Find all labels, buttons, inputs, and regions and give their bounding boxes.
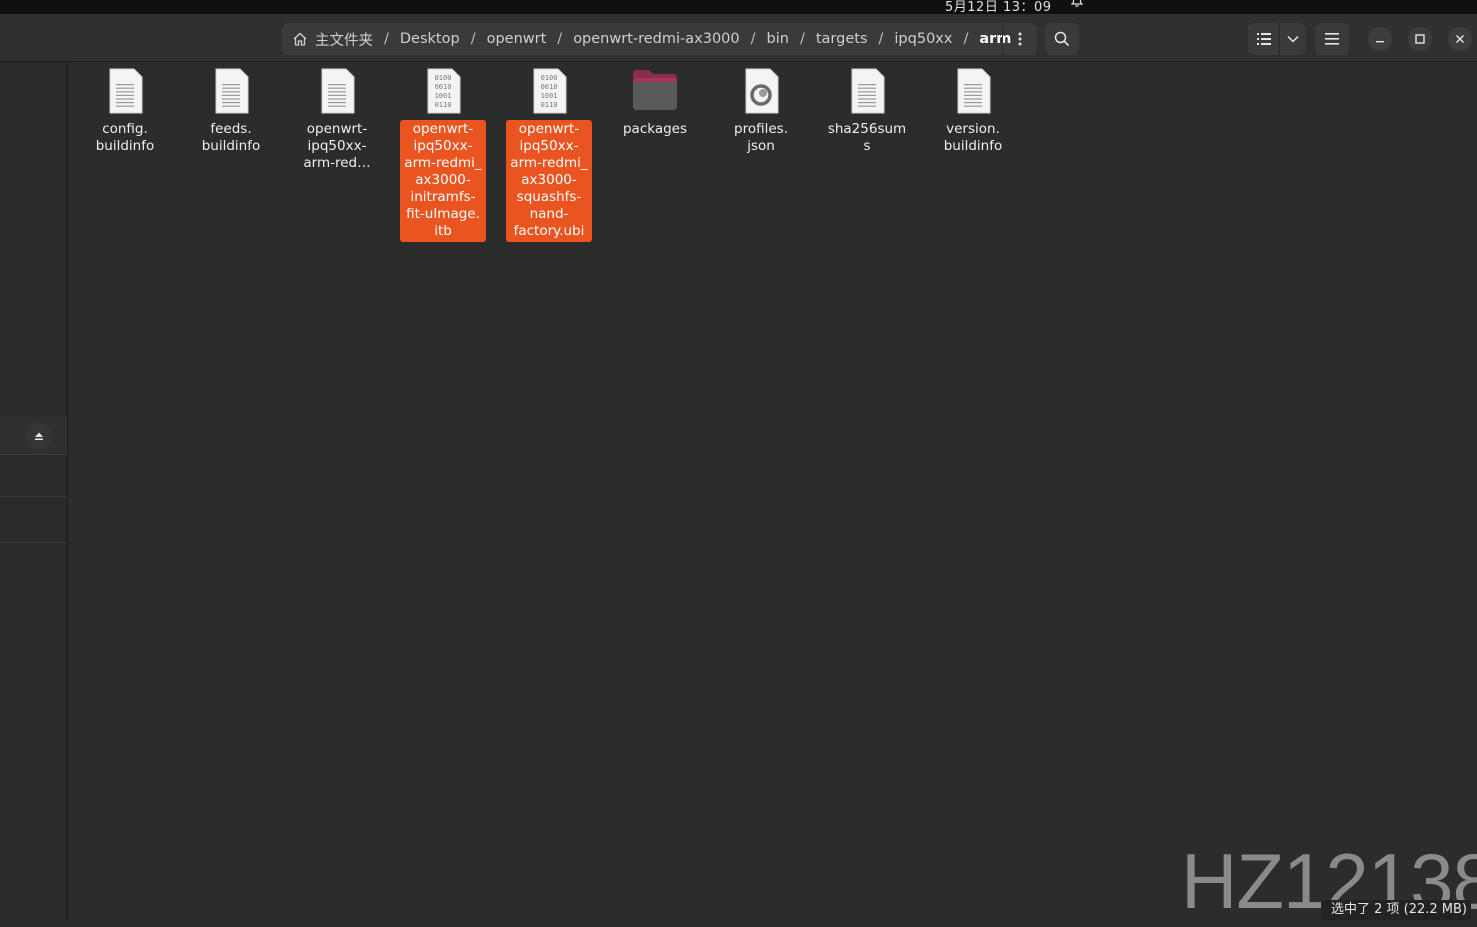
file-name-label: version. buildinfo (943, 121, 1003, 154)
search-button[interactable] (1045, 23, 1079, 55)
svg-text:0100: 0100 (435, 74, 452, 82)
path-menu-button[interactable] (1002, 23, 1037, 55)
file-item[interactable]: version. buildinfo (928, 68, 1018, 157)
breadcrumb-item[interactable]: targets (814, 31, 870, 47)
main-menu-button[interactable] (1315, 23, 1349, 55)
file-item[interactable]: feeds. buildinfo (186, 68, 276, 157)
binary-file-icon: 0100 0010 1001 0110 (398, 68, 488, 116)
breadcrumb-item[interactable]: openwrt-redmi-ax3000 (571, 31, 741, 47)
breadcrumb-separator: / (557, 31, 563, 47)
path-bar[interactable]: 主文件夹 / Desktop / openwrt / openwrt-redmi-ax300… (282, 23, 1037, 55)
list-view-icon (1256, 33, 1271, 45)
svg-text:0110: 0110 (435, 101, 452, 109)
file-item[interactable]: openwrt- ipq50xx- arm-red… (292, 68, 382, 174)
text-file-icon (80, 68, 170, 116)
folder-icon (610, 68, 700, 116)
file-name-label: feeds. buildinfo (201, 121, 261, 154)
file-name-label: profiles. json (734, 121, 788, 154)
binary-file-icon: 0100 0010 1001 0110 (504, 68, 594, 116)
sidebar (0, 62, 68, 920)
close-button[interactable] (1448, 27, 1472, 51)
svg-text:1001: 1001 (435, 92, 452, 100)
svg-text:0010: 0010 (541, 83, 558, 91)
file-name-label: sha256sum s (827, 121, 907, 154)
text-file-icon (292, 68, 382, 116)
view-toggle-group (1248, 23, 1306, 55)
maximize-icon (1415, 34, 1425, 44)
text-file-icon (822, 68, 912, 116)
breadcrumb-item[interactable]: ipq50xx (892, 31, 954, 47)
breadcrumb-separator: / (963, 31, 969, 47)
file-grid: config. buildinfo feeds. buildinfo openwrt… (68, 62, 1477, 920)
eject-button[interactable] (26, 423, 52, 449)
breadcrumb-separator: / (799, 31, 805, 47)
svg-text:0010: 0010 (435, 83, 452, 91)
file-name-label: openwrt- ipq50xx- arm-redmi_ ax3000- squ… (506, 120, 592, 242)
breadcrumb-item[interactable]: 主文件夹 (313, 29, 375, 50)
more-vertical-icon (1018, 32, 1022, 46)
eject-icon (35, 432, 43, 440)
svg-text:1001: 1001 (541, 92, 558, 100)
maximize-button[interactable] (1408, 27, 1432, 51)
breadcrumb-item[interactable]: Desktop (398, 31, 462, 47)
svg-text:0100: 0100 (541, 74, 558, 82)
file-item[interactable]: packages (610, 68, 700, 140)
sidebar-divider (0, 496, 67, 497)
minimize-icon (1376, 41, 1384, 43)
home-icon (293, 32, 307, 46)
svg-text:0110: 0110 (541, 101, 558, 109)
file-name-label: openwrt- ipq50xx- arm-redmi_ ax3000- ini… (400, 120, 486, 242)
file-item[interactable]: 0100 0010 1001 0110 openwrt- ipq50xx- arm-re… (504, 68, 594, 242)
breadcrumb-separator: / (384, 31, 389, 47)
notification-bell-icon[interactable] (1070, 0, 1084, 12)
file-item[interactable]: config. buildinfo (80, 68, 170, 157)
system-top-bar: 5月12日 13：09 (0, 0, 1477, 15)
file-item[interactable]: profiles. json (716, 68, 806, 157)
hamburger-menu-icon (1325, 33, 1339, 45)
close-icon (1456, 35, 1464, 43)
breadcrumb: 主文件夹 / Desktop / openwrt / openwrt-redmi-ax300… (313, 29, 1013, 50)
file-name-label: openwrt- ipq50xx- arm-red… (303, 121, 371, 171)
view-options-dropdown[interactable] (1280, 23, 1306, 55)
json-file-icon (716, 68, 806, 116)
minimize-button[interactable] (1368, 27, 1392, 51)
file-item[interactable]: sha256sum s (822, 68, 912, 157)
breadcrumb-separator: / (750, 31, 756, 47)
breadcrumb-item[interactable]: bin (765, 31, 791, 47)
breadcrumb-separator: / (470, 31, 476, 47)
breadcrumb-separator: / (878, 31, 884, 47)
list-view-button[interactable] (1248, 23, 1281, 55)
sidebar-item-mounted-volume[interactable] (0, 416, 67, 454)
file-item[interactable]: 0100 0010 1001 0110 openwrt- ipq50xx- arm-re… (398, 68, 488, 242)
clock[interactable]: 5月12日 13：09 (945, 0, 1052, 15)
file-name-label: config. buildinfo (95, 121, 155, 154)
sidebar-divider (0, 454, 67, 455)
breadcrumb-item[interactable]: openwrt (485, 31, 549, 47)
text-file-icon (928, 68, 1018, 116)
sidebar-divider (0, 542, 67, 543)
header-bar: 主文件夹 / Desktop / openwrt / openwrt-redmi-ax300… (0, 14, 1477, 62)
chevron-down-icon (1287, 35, 1299, 43)
selection-status: 选中了 2 项 (22.2 MB) (1320, 900, 1471, 920)
text-file-icon (186, 68, 276, 116)
file-name-label: packages (622, 121, 688, 137)
search-icon (1054, 31, 1070, 47)
